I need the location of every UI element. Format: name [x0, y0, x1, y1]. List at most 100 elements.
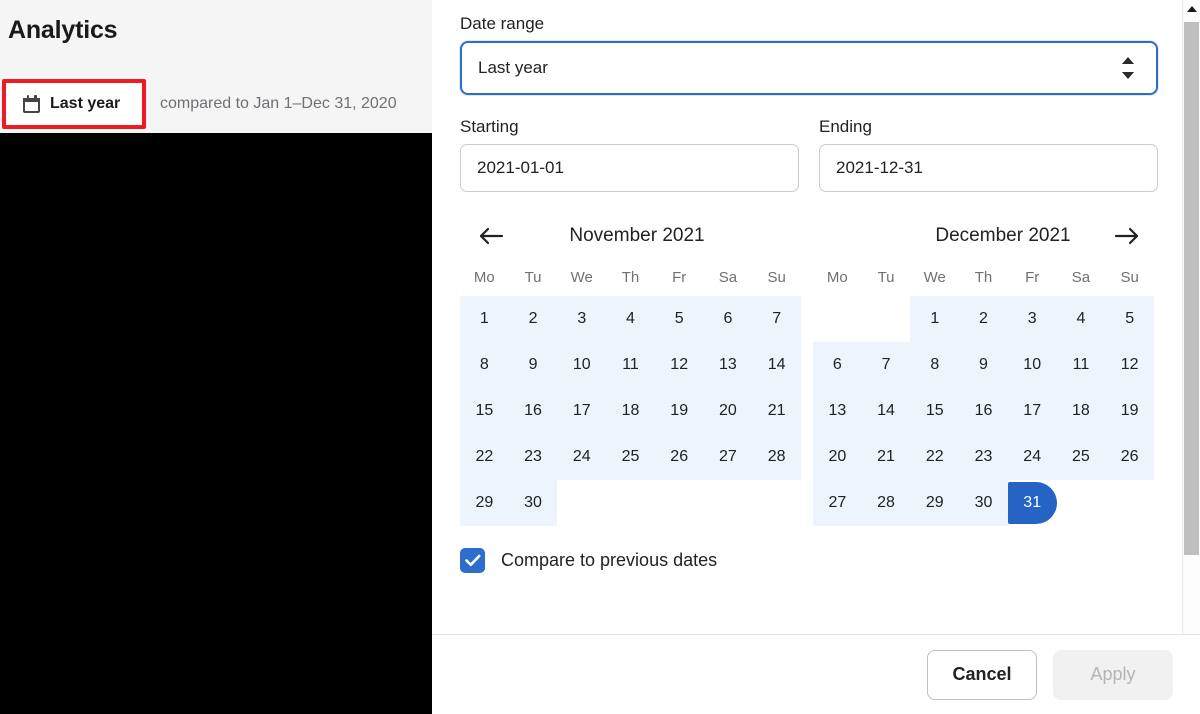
calendar-day[interactable]: 26: [1105, 434, 1154, 480]
calendar-day[interactable]: 22: [910, 434, 960, 480]
calendar-day[interactable]: 23: [959, 434, 1008, 480]
date-range-selected-value: Last year: [478, 58, 548, 77]
calendar-day-empty: [862, 296, 911, 342]
calendar-day[interactable]: 22: [460, 434, 509, 480]
calendar-day[interactable]: 7: [861, 342, 911, 388]
calendar-day[interactable]: 9: [959, 342, 1008, 388]
calendar-day[interactable]: 21: [861, 434, 911, 480]
calendar-day[interactable]: 21: [752, 388, 801, 434]
check-icon: [464, 554, 480, 567]
calendar-day[interactable]: 10: [557, 342, 607, 388]
calendar-day[interactable]: 26: [654, 434, 704, 480]
calendar-day[interactable]: 3: [557, 296, 607, 342]
calendar-day[interactable]: 28: [861, 480, 911, 526]
calendar-day[interactable]: 5: [654, 296, 704, 342]
calendar-day[interactable]: 3: [1007, 296, 1057, 342]
calendar-day[interactable]: 10: [1007, 342, 1057, 388]
weekday-header: We: [570, 268, 593, 286]
calendar-day[interactable]: 25: [606, 434, 655, 480]
date-range-picker-button[interactable]: Last year: [2, 79, 146, 129]
calendar-day[interactable]: 6: [703, 296, 753, 342]
calendar-day[interactable]: 28: [752, 434, 801, 480]
compare-previous-dates-row[interactable]: Compare to previous dates: [460, 548, 1154, 583]
calendar-day[interactable]: 12: [1105, 342, 1154, 388]
date-range-select[interactable]: Last year: [460, 41, 1158, 95]
calendar-day[interactable]: 14: [752, 342, 801, 388]
weekday-header: Fr: [672, 268, 687, 286]
calendar-day-label: 31: [1023, 494, 1042, 511]
cancel-button[interactable]: Cancel: [927, 649, 1037, 700]
calendar-day[interactable]: 17: [557, 388, 607, 434]
starting-field-group: Starting 2021-01-01: [460, 117, 799, 192]
calendar-day[interactable]: 20: [813, 434, 862, 480]
calendar-day[interactable]: 11: [606, 342, 655, 388]
calendar-day[interactable]: 5: [1105, 296, 1154, 342]
calendar-day[interactable]: 11: [1056, 342, 1106, 388]
calendar-day[interactable]: 19: [654, 388, 704, 434]
calendar-day[interactable]: 7: [752, 296, 801, 342]
date-range-summary-row: Last year compared to Jan 1–Dec 31, 2020: [0, 76, 432, 132]
weekday-header-row: Mo Tu We Th Fr Sa Su: [460, 264, 801, 290]
starting-input[interactable]: 2021-01-01: [460, 144, 799, 192]
starting-label: Starting: [460, 117, 519, 136]
calendar-day[interactable]: 27: [703, 434, 753, 480]
calendar-day[interactable]: 17: [1007, 388, 1057, 434]
weekday-header-row: Mo Tu We Th Fr Sa Su: [813, 264, 1154, 290]
calendar-day[interactable]: 15: [910, 388, 960, 434]
calendar-day[interactable]: 25: [1056, 434, 1106, 480]
calendar-day[interactable]: 15: [460, 388, 509, 434]
calendar-day[interactable]: 29: [910, 480, 960, 526]
weekday-header: We: [923, 268, 946, 286]
scrollbar-thumb[interactable]: [1184, 22, 1199, 555]
calendar-day[interactable]: 16: [508, 388, 558, 434]
calendar-day[interactable]: 2: [959, 296, 1008, 342]
calendar-day[interactable]: 1: [910, 296, 960, 342]
calendar-day-selected[interactable]: 31: [1007, 480, 1057, 526]
calendar-day[interactable]: 12: [654, 342, 704, 388]
ending-field-group: Ending 2021-12-31: [819, 117, 1158, 192]
calendar-grids: Mo Tu We Th Fr Sa Su 1 2 3 4 5 6 7 8 9 10 11 12 13 14 15 16 17 1…: [460, 264, 1154, 526]
calendar-day[interactable]: 24: [1007, 434, 1057, 480]
calendar-week-row: 13 14 15 16 17 18 19: [813, 388, 1154, 434]
calendar-day[interactable]: 20: [703, 388, 753, 434]
apply-button[interactable]: Apply: [1053, 649, 1173, 700]
calendar-day[interactable]: 18: [1056, 388, 1106, 434]
weekday-header: Su: [1120, 268, 1139, 286]
calendar-day[interactable]: 9: [508, 342, 558, 388]
calendar-day[interactable]: 30: [508, 480, 558, 526]
calendar-day[interactable]: 1: [460, 296, 509, 342]
calendar-day-empty: [655, 480, 704, 526]
weekday-header: Mo: [473, 268, 495, 286]
weekday-header: Mo: [826, 268, 848, 286]
calendar-day[interactable]: 8: [910, 342, 960, 388]
calendar-icon: [23, 95, 40, 113]
ending-input[interactable]: 2021-12-31: [819, 144, 1158, 192]
weekday-header: Su: [767, 268, 786, 286]
background-app-panel: Analytics Last year compared to Jan 1–De…: [0, 0, 432, 714]
calendar-day-empty: [1105, 480, 1154, 526]
chevron-updown-icon[interactable]: [1122, 57, 1134, 79]
calendar-day[interactable]: 30: [959, 480, 1008, 526]
calendar-day[interactable]: 29: [460, 480, 509, 526]
calendar-day[interactable]: 24: [557, 434, 607, 480]
calendar-week-row: 6 7 8 9 10 11 12: [813, 342, 1154, 388]
calendar-day[interactable]: 2: [508, 296, 558, 342]
calendar-week-row: 15 16 17 18 19 20 21: [460, 388, 801, 434]
calendar-day[interactable]: 19: [1105, 388, 1154, 434]
calendar-day[interactable]: 18: [606, 388, 655, 434]
calendar-day[interactable]: 4: [1056, 296, 1106, 342]
calendar-day[interactable]: 16: [959, 388, 1008, 434]
calendar-day[interactable]: 4: [606, 296, 655, 342]
calendar-day[interactable]: 13: [703, 342, 753, 388]
compare-checkbox[interactable]: [460, 548, 485, 573]
calendar-day[interactable]: 27: [813, 480, 862, 526]
calendar-day[interactable]: 14: [861, 388, 911, 434]
calendar-day[interactable]: 6: [813, 342, 862, 388]
calendar-day[interactable]: 8: [460, 342, 509, 388]
calendar-day[interactable]: 13: [813, 388, 862, 434]
modal-scrollbar[interactable]: [1182, 0, 1200, 660]
arrow-right-icon[interactable]: [1110, 221, 1144, 251]
weekday-header: Th: [974, 268, 993, 286]
caret-up-icon[interactable]: [1183, 0, 1200, 17]
calendar-day[interactable]: 23: [508, 434, 558, 480]
